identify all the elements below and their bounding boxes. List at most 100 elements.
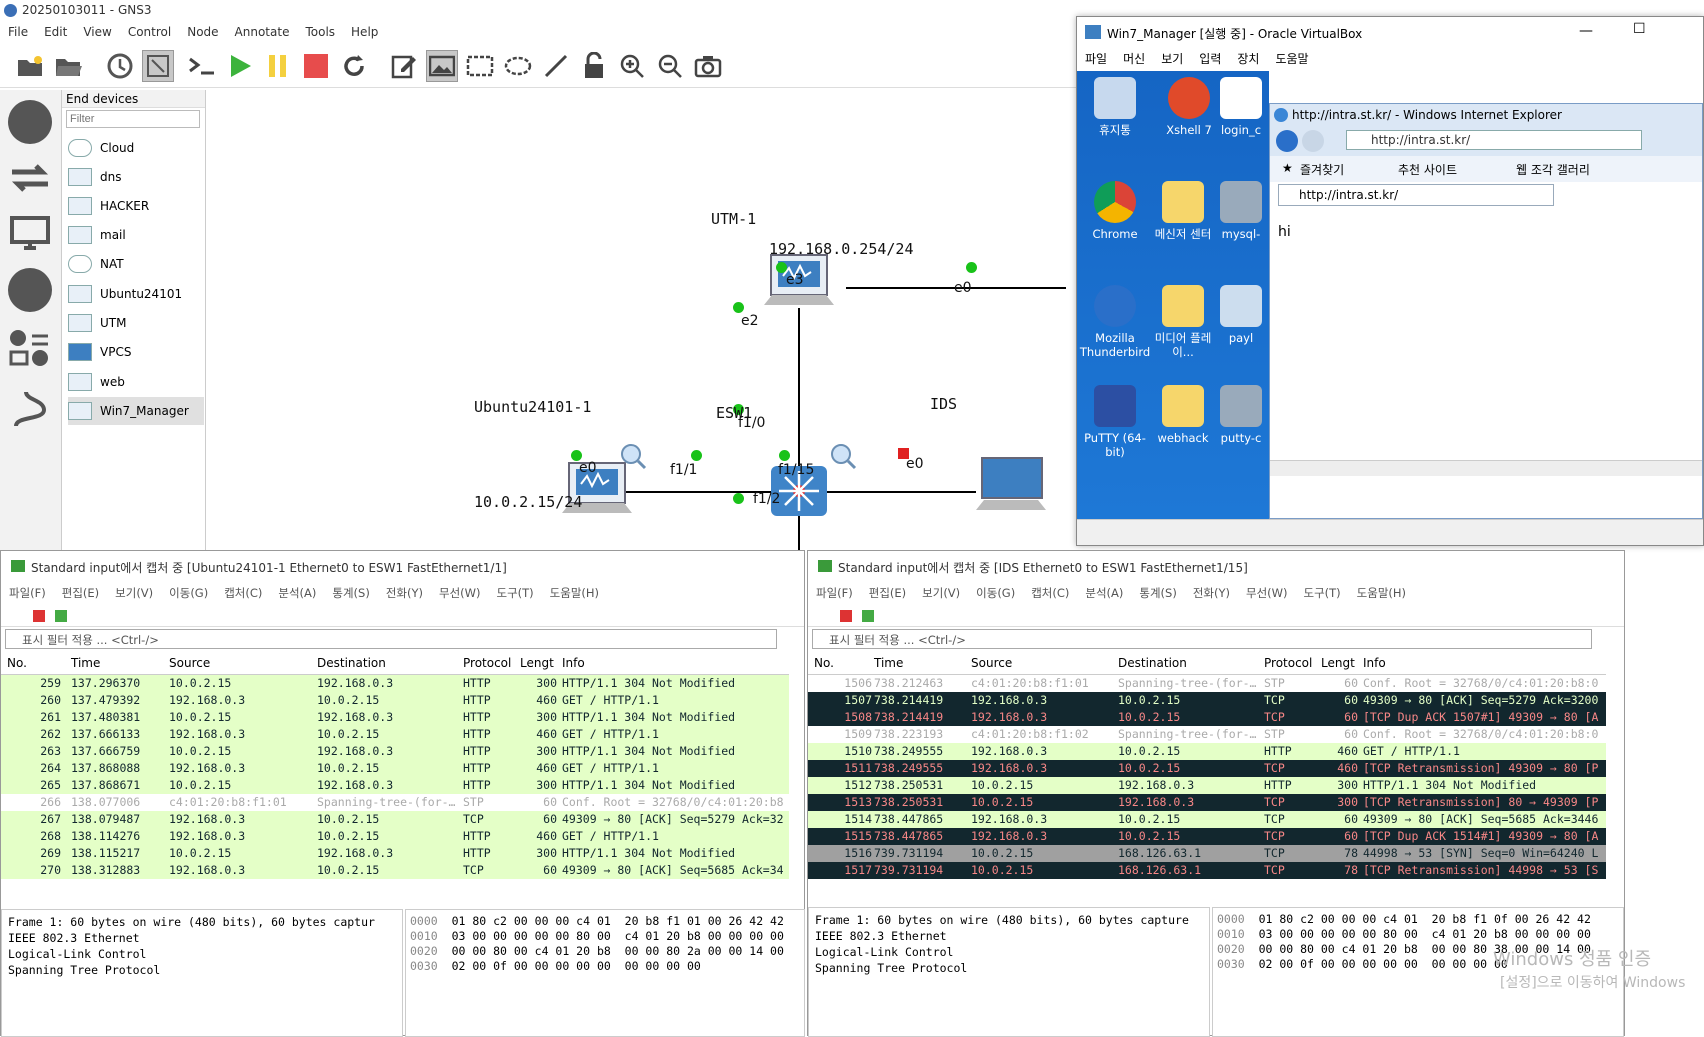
ids-vpcs-icon[interactable] [976,457,1046,510]
suggested-sites-link[interactable]: 추천 사이트 [1398,161,1457,178]
ws-menu-tools[interactable]: 도구(T) [489,581,542,605]
col-no[interactable]: No. [7,656,27,670]
packet-row[interactable]: 1515 738.447865 192.168.0.3 10.0.2.15 TCP 60 [… [808,828,1606,845]
forward-icon[interactable] [1302,130,1324,152]
vbox-menu-help[interactable]: 도움말 [1267,47,1316,70]
packet-row[interactable]: 264 137.868088 192.168.0.3 10.0.2.15 HTTP 460… [1,760,789,777]
col-time[interactable]: Time [71,656,100,670]
stop-capture-icon[interactable] [33,610,45,622]
vbox-menu-input[interactable]: 입력 [1191,47,1229,70]
routers-icon[interactable] [8,100,52,144]
ie-tab[interactable]: http://intra.st.kr/ [1278,184,1554,206]
menu-node[interactable]: Node [179,22,226,39]
device-ubuntu24101[interactable]: Ubuntu24101 [68,280,204,308]
desktop-icon-payload[interactable]: payl [1213,285,1269,345]
packet-row[interactable]: 265 137.868671 10.0.2.15 192.168.0.3 HTTP 300… [1,777,789,794]
security-devices-icon[interactable] [8,268,52,312]
packet-row[interactable]: 1517 739.731194 10.0.2.15 168.126.63.1 TCP 78… [808,862,1606,879]
add-note-icon[interactable] [388,50,420,82]
open-project-icon[interactable] [52,50,84,82]
menu-tools[interactable]: Tools [297,22,343,39]
packet-row[interactable]: 1506 738.212463 c4:01:20:b8:f1:01 Spanning-… [808,675,1606,692]
packet-details-tree[interactable]: Frame 1: 60 bytes on wire (480 bits), 60… [808,907,1210,1037]
add-link-icon[interactable] [8,386,52,430]
packet-bytes-pane[interactable]: 0000 01 80 c2 00 00 00 c4 01 20 b8 f1 01… [405,909,805,1037]
device-hacker[interactable]: HACKER [68,192,204,220]
console-all-icon[interactable] [186,50,218,82]
ie-horizontal-scrollbar[interactable] [1270,460,1702,476]
ws-menu-edit[interactable]: 편집(E) [861,581,914,605]
ws-menu-wireless[interactable]: 무선(W) [431,581,489,605]
ie-address-bar[interactable]: http://intra.st.kr/ [1346,130,1642,150]
menu-annotate[interactable]: Annotate [227,22,298,39]
lock-icon[interactable] [578,50,610,82]
device-mail[interactable]: mail [68,221,204,249]
ws-menu-analyze[interactable]: 분석(A) [270,581,324,605]
device-utm[interactable]: UTM [68,309,204,337]
col-destination[interactable]: Destination [317,656,386,670]
tree-item[interactable]: IEEE 802.3 Ethernet [8,930,396,946]
packet-row[interactable]: 270 138.312883 192.168.0.3 10.0.2.15 TCP 60 49… [1,862,789,879]
packet-row[interactable]: 1514 738.447865 192.168.0.3 10.0.2.15 TCP 60 4… [808,811,1606,828]
packet-row[interactable]: 261 137.480381 10.0.2.15 192.168.0.3 HTTP 300… [1,709,789,726]
desktop-icon-login[interactable]: login_c [1213,77,1269,137]
col-protocol[interactable]: Protocol [463,656,511,670]
restart-capture-icon[interactable] [55,610,67,622]
end-devices-icon[interactable] [8,212,52,256]
stop-capture-icon[interactable] [840,610,852,622]
restart-capture-icon[interactable] [862,610,874,622]
ws-menu-statistics[interactable]: 통계(S) [324,581,377,605]
display-filter-input[interactable]: 표시 필터 적용 ... <Ctrl-/> [812,629,1592,649]
new-project-icon[interactable] [14,50,46,82]
tree-item[interactable]: Frame 1: 60 bytes on wire (480 bits), 60… [8,914,396,930]
col-protocol[interactable]: Protocol [1264,656,1312,670]
stop-all-icon[interactable] [300,50,332,82]
minimize-button[interactable]: — [1579,23,1593,39]
menu-edit[interactable]: Edit [36,22,75,39]
col-source[interactable]: Source [971,656,1012,670]
ws-menu-analyze[interactable]: 분석(A) [1077,581,1131,605]
ws-menu-view[interactable]: 보기(V) [914,581,968,605]
menu-control[interactable]: Control [120,22,179,39]
maximize-button[interactable]: ☐ [1633,21,1646,37]
tree-item[interactable]: IEEE 802.3 Ethernet [815,928,1203,944]
packet-row[interactable]: 1508 738.214419 192.168.0.3 10.0.2.15 TCP 60 [… [808,709,1606,726]
draw-rectangle-icon[interactable] [464,50,496,82]
packet-row[interactable]: 267 138.079487 192.168.0.3 10.0.2.15 TCP 60 49… [1,811,789,828]
packet-row[interactable]: 266 138.077006 c4:01:20:b8:f1:01 Spanning-t… [1,794,789,811]
desktop-icon-thunderbird[interactable]: Mozilla Thunderbird [1079,285,1151,359]
node-label-utm[interactable]: UTM-1 [711,210,756,228]
col-info[interactable]: Info [1363,656,1386,670]
packet-row[interactable]: 1516 739.731194 10.0.2.15 168.126.63.1 TCP 78… [808,845,1606,862]
packet-row[interactable]: 263 137.666759 10.0.2.15 192.168.0.3 HTTP 300… [1,743,789,760]
ws-menu-go[interactable]: 이동(G) [161,581,216,605]
device-dns[interactable]: dns [68,163,204,191]
draw-line-icon[interactable] [540,50,572,82]
desktop-icon-messenger[interactable]: 메신저 센터 [1147,181,1219,241]
packet-details-tree[interactable]: Frame 1: 60 bytes on wire (480 bits), 60… [1,909,403,1037]
tree-item[interactable]: Spanning Tree Protocol [8,962,396,978]
ws-menu-view[interactable]: 보기(V) [107,581,161,605]
desktop-icon-recycle-bin[interactable]: 휴지통 [1079,77,1151,137]
favorites-button[interactable]: 즐겨찾기 [1300,161,1344,178]
packet-row[interactable]: 1513 738.250531 10.0.2.15 192.168.0.3 TCP 300… [808,794,1606,811]
desktop-icon-putty[interactable]: PuTTY (64-bit) [1079,385,1151,459]
history-icon[interactable] [104,50,136,82]
insert-image-icon[interactable] [426,50,458,82]
pause-all-icon[interactable] [262,50,294,82]
tree-item[interactable]: Frame 1: 60 bytes on wire (480 bits), 60… [815,912,1203,928]
ws-menu-file[interactable]: 파일(F) [1,581,54,605]
favorites-star-icon[interactable]: ★ [1282,161,1293,175]
node-label-ids[interactable]: IDS [930,395,957,413]
node-label-ubuntu[interactable]: Ubuntu24101-1 [474,398,591,416]
ws-menu-capture[interactable]: 캡처(C) [216,581,270,605]
col-length[interactable]: Lengt [1321,656,1355,670]
ws-menu-help[interactable]: 도움말(H) [542,581,607,605]
web-slice-gallery-link[interactable]: 웹 조각 갤러리 [1516,161,1590,178]
desktop-icon-chrome[interactable]: Chrome [1079,181,1151,241]
ws-menu-help[interactable]: 도움말(H) [1349,581,1414,605]
tree-item[interactable]: Spanning Tree Protocol [815,960,1203,976]
menu-help[interactable]: Help [343,22,386,39]
ws-menu-statistics[interactable]: 통계(S) [1131,581,1184,605]
packet-row[interactable]: 269 138.115217 10.0.2.15 192.168.0.3 HTTP 300… [1,845,789,862]
